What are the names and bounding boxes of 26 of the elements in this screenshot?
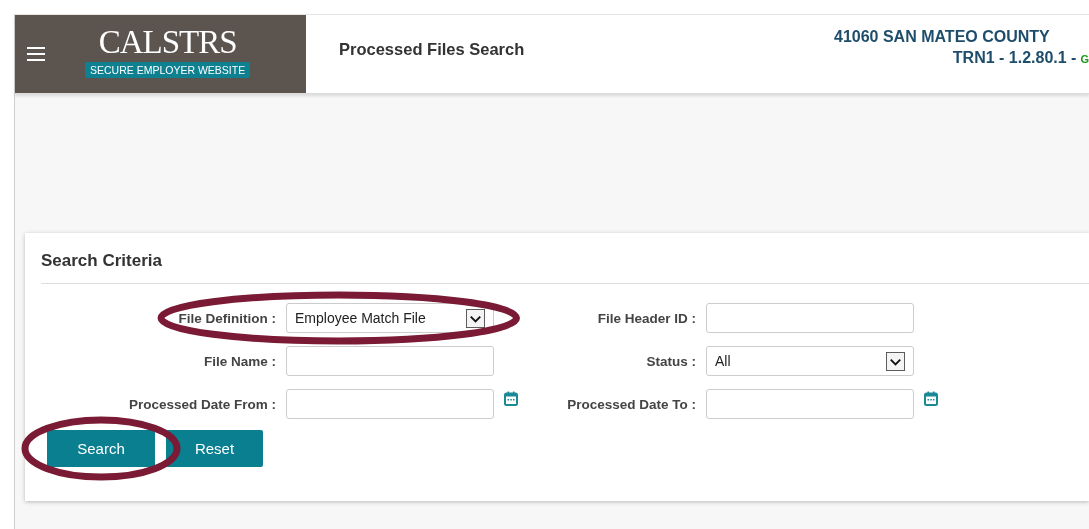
field-label: Processed Date To :	[567, 396, 696, 412]
calendar-icon[interactable]	[924, 391, 938, 406]
date-field[interactable]	[286, 389, 494, 419]
page-title: Processed Files Search	[339, 39, 526, 59]
search-button[interactable]: Search	[47, 430, 155, 467]
field-label: File Definition :	[178, 310, 276, 326]
caret-icon	[886, 351, 905, 371]
dropdown-field[interactable]: All	[706, 346, 914, 376]
menu-icon[interactable]	[27, 47, 45, 61]
input-field[interactable]	[706, 303, 914, 333]
logo-wordmark: CALSTRS	[98, 24, 237, 60]
input-field[interactable]	[286, 346, 494, 376]
section-title: Search Criteria	[41, 233, 1089, 284]
logo-tagline: SECURE EMPLOYER WEBSITE	[85, 62, 251, 78]
caret-icon	[466, 308, 485, 328]
environment-text: G	[1080, 52, 1089, 67]
date-field[interactable]	[706, 389, 914, 419]
version-text: TRN1 - 1.2.80.1 -	[952, 48, 1077, 68]
calendar-icon[interactable]	[504, 391, 518, 406]
dropdown-field[interactable]: Employee Match File	[286, 303, 494, 333]
field-label: Processed Date From :	[128, 396, 276, 412]
field-label: File Name :	[203, 353, 276, 369]
reset-button[interactable]: Reset	[166, 430, 263, 467]
field-label: Status :	[646, 353, 696, 369]
field-label: File Header ID :	[597, 310, 696, 326]
employer-name: 41060 SAN MATEO COUNTY	[834, 27, 1050, 47]
